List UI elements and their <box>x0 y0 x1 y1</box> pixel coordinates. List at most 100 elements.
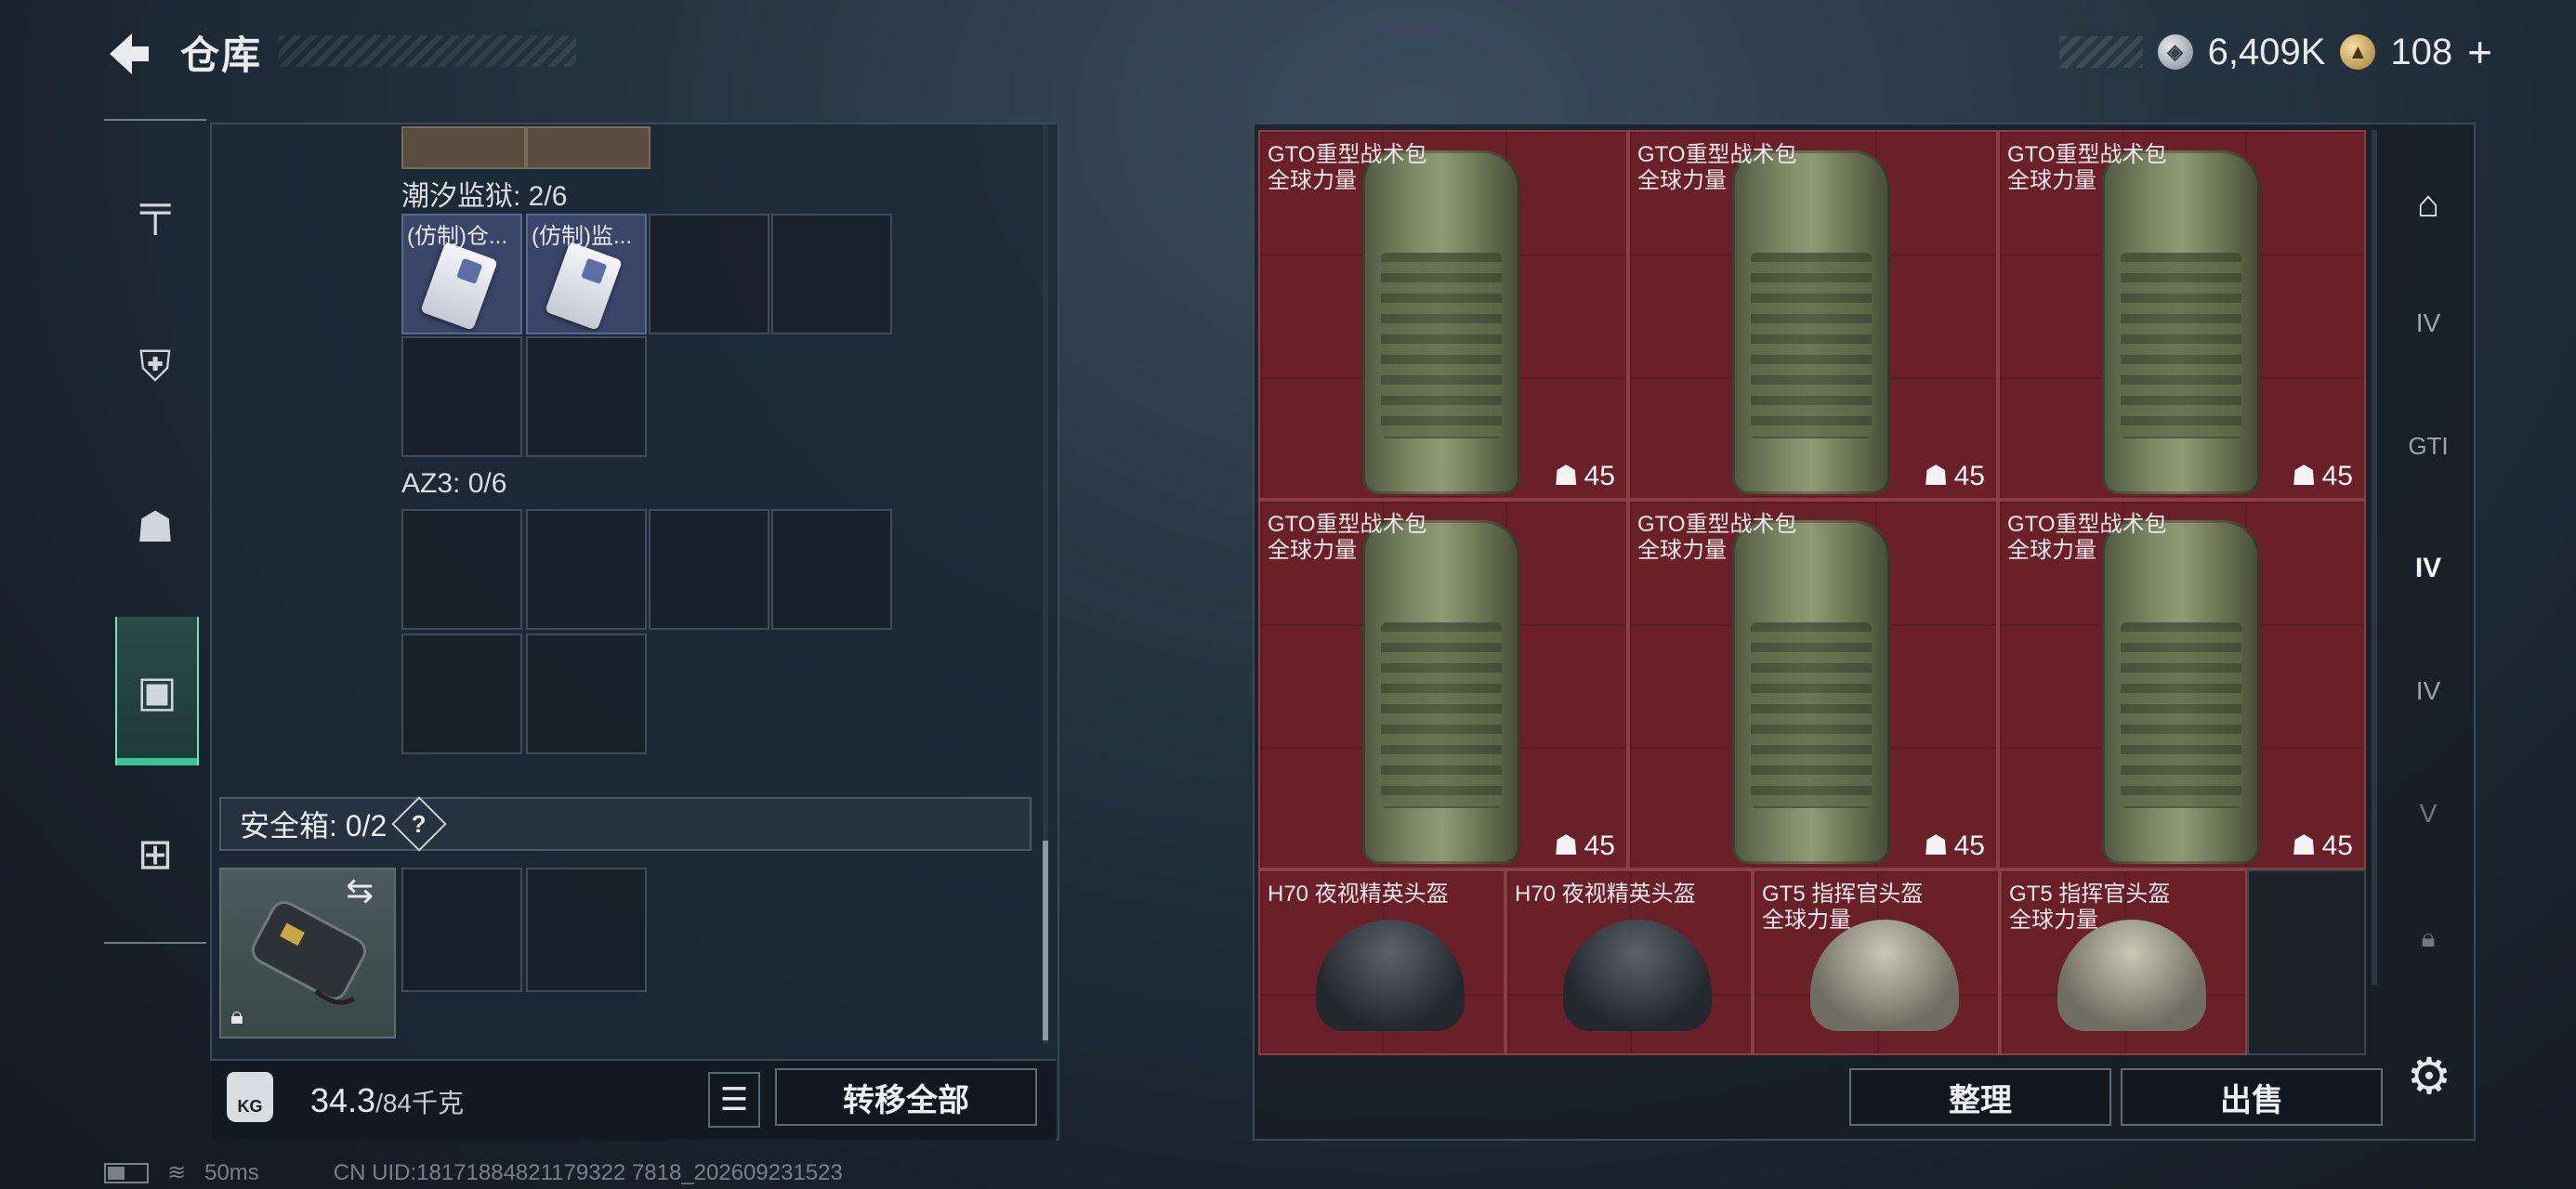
stash-page-gti[interactable]: GTI <box>2385 390 2472 502</box>
capacity-icon: ☗ <box>1923 461 1949 491</box>
stash-page-iv-add[interactable]: IV <box>2385 635 2472 747</box>
empty-slot[interactable] <box>401 336 522 457</box>
stash-page-locked: 🔒︎ <box>2385 882 2472 994</box>
nav-armor[interactable]: ⛨ <box>115 316 195 418</box>
item-name: H70 夜视精英头盔 <box>1515 882 1696 907</box>
helmet-image <box>1563 920 1712 1031</box>
nav-divider <box>104 119 206 121</box>
swap-icon[interactable]: ⇆ <box>346 871 374 910</box>
weight-current: 34.3 <box>310 1081 376 1119</box>
partial-item-cell[interactable] <box>401 126 526 169</box>
sort-button[interactable]: 整理 <box>1849 1068 2111 1126</box>
empty-slot[interactable] <box>526 336 647 457</box>
empty-slot[interactable] <box>401 634 522 754</box>
stash-page-all[interactable]: ⌂ <box>2385 149 2472 260</box>
stash-item[interactable]: GTO重型战术包 全球力量 ☗ 45 <box>1258 500 1628 869</box>
item-subtitle: 全球力量 <box>2007 168 2096 193</box>
safe-box-label: 安全箱: 0/2 <box>240 809 388 843</box>
stash-item[interactable]: GT5 指挥官头盔 全球力量 <box>2000 869 2247 1055</box>
currency-bar: ◈ 6,409K ▲ 108 + <box>2058 28 2492 76</box>
item-name: H70 夜视精英头盔 <box>1268 882 1449 907</box>
backpack-image <box>1362 520 1520 864</box>
nav-container[interactable]: ▣ <box>115 617 199 765</box>
empty-slot[interactable] <box>401 509 522 630</box>
nav-backpack[interactable]: ☗ <box>115 476 195 578</box>
armor-vest-icon: ⛨ <box>138 342 172 390</box>
chevron-left-icon <box>110 33 149 74</box>
list-view-button[interactable]: ☰ <box>708 1072 760 1128</box>
capacity-badge: ☗ 45 <box>2291 830 2353 862</box>
empty-slot[interactable] <box>2247 869 2366 1055</box>
item-subtitle: 全球力量 <box>1637 538 1727 563</box>
stash-item[interactable]: H70 夜视精英头盔 <box>1258 869 1505 1055</box>
stash-item[interactable]: GTO重型战术包 全球力量 ☗ 45 <box>1998 500 2366 869</box>
helmet-image <box>1316 920 1465 1031</box>
battery-icon <box>104 1162 149 1183</box>
stash-item[interactable]: GT5 指挥官头盔 全球力量 <box>1753 869 2000 1055</box>
stash-page-nav: ⌂ IV GTI IV IV V 🔒︎ <box>2385 149 2472 952</box>
nav-weapons[interactable]: ╤ <box>115 156 195 258</box>
back-button[interactable] <box>104 30 154 78</box>
tier-iv-active-icon: IV <box>2414 553 2442 583</box>
stash-page-iv-active[interactable]: IV <box>2385 513 2472 624</box>
archway-icon: ⌂ <box>2416 183 2440 225</box>
case-icon: ▣ <box>137 667 177 715</box>
left-category-nav: ╤ ⛨ ☗ ▣ ⊞ <box>104 119 206 944</box>
lock-icon: 🔒︎ <box>230 1001 243 1029</box>
backpack-image <box>1732 520 1890 864</box>
stash-page-iv[interactable]: IV <box>2385 268 2472 379</box>
gold-amount: 108 <box>2390 31 2453 72</box>
settings-button[interactable]: ⚙ <box>2401 1048 2457 1104</box>
safe-empty-slot[interactable] <box>401 868 522 992</box>
page-title: 仓库 <box>180 33 263 77</box>
backpack-image <box>1362 150 1520 494</box>
transfer-all-button[interactable]: 转移全部 <box>775 1068 1037 1126</box>
stash-scrollbar[interactable] <box>2372 130 2377 985</box>
item-subtitle: 全球力量 <box>2007 538 2096 563</box>
capacity-icon: ☗ <box>2291 830 2317 861</box>
add-currency-button[interactable]: + <box>2467 27 2492 77</box>
stash-item[interactable]: GTO重型战术包 全球力量 ☗ 45 <box>1998 130 2366 500</box>
container-scroll-thumb[interactable] <box>1043 841 1048 1040</box>
sell-button[interactable]: 出售 <box>2121 1068 2383 1126</box>
silver-coin-icon: ◈ <box>2157 34 2193 70</box>
empty-slot[interactable] <box>771 509 892 630</box>
nav-toolbox[interactable]: ⊞ <box>115 803 195 905</box>
safe-box-header: 安全箱: 0/2 ? <box>219 796 1032 852</box>
empty-slot[interactable] <box>526 509 647 630</box>
help-icon[interactable]: ? <box>391 796 447 852</box>
empty-slot[interactable] <box>649 509 769 630</box>
capacity-icon: ☗ <box>1553 461 1579 491</box>
stash-grid: GTO重型战术包 全球力量 ☗ 45 GTO重型战术包 全球力量 ☗ 45 GTO重… <box>1258 130 2366 1055</box>
backpack-image <box>2102 150 2260 494</box>
stash-item[interactable]: GTO重型战术包 全球力量 ☗ 45 <box>1628 130 1998 500</box>
tier-v-icon: V <box>2419 799 2438 828</box>
item-name: (仿制)监... <box>532 224 632 249</box>
partial-item-cell[interactable] <box>526 126 651 169</box>
capacity-badge: ☗ 45 <box>2291 460 2353 492</box>
capacity-icon: ☗ <box>1553 830 1579 861</box>
backpack-image <box>1732 150 1890 494</box>
pistol-icon: ╤ <box>139 183 171 231</box>
weight-max: /84千克 <box>375 1089 465 1117</box>
item-cell[interactable]: (仿制)仓... <box>401 214 522 334</box>
weight-readout: 34.3/84千克 <box>310 1081 464 1120</box>
stash-item[interactable]: GTO重型战术包 全球力量 ☗ 45 <box>1628 500 1998 869</box>
safe-empty-slot[interactable] <box>526 868 647 992</box>
capacity-badge: ☗ 45 <box>1553 460 1615 492</box>
stash-page-v[interactable]: V <box>2385 758 2472 869</box>
item-cell[interactable]: (仿制)监... <box>526 214 647 334</box>
helmet-image <box>2057 920 2206 1031</box>
stash-item[interactable]: H70 夜视精英头盔 <box>1505 869 1753 1055</box>
stash-item[interactable]: GTO重型战术包 全球力量 ☗ 45 <box>1258 130 1628 500</box>
helmet-image <box>1810 920 1959 1031</box>
empty-slot[interactable] <box>771 214 892 334</box>
backpack-icon: ☗ <box>136 503 175 551</box>
capacity-icon: ☗ <box>2291 461 2317 491</box>
section-label-az3: AZ3: 0/6 <box>401 468 507 499</box>
empty-slot[interactable] <box>526 634 647 754</box>
ping-readout: 50ms <box>204 1159 259 1185</box>
empty-slot[interactable] <box>649 214 769 334</box>
toolbox-icon: ⊞ <box>137 830 174 878</box>
item-subtitle: 全球力量 <box>1762 908 1851 933</box>
